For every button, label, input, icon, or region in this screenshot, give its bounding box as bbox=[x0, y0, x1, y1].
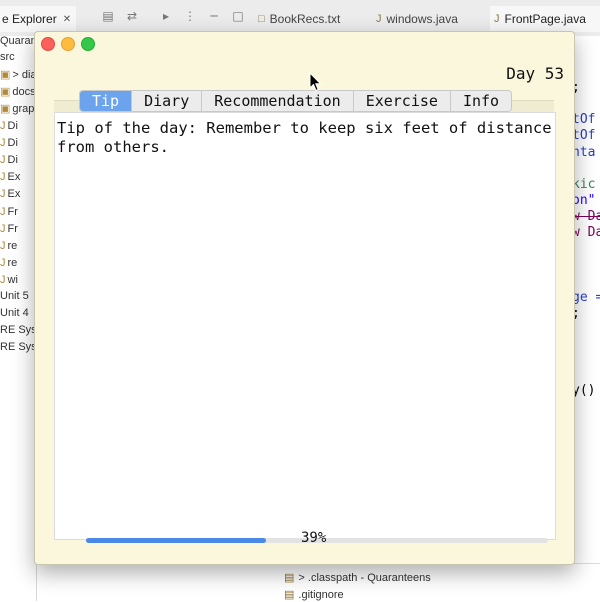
editor-tab-label: FrontPage.java bbox=[504, 12, 586, 26]
tree-item[interactable]: J Ex bbox=[0, 171, 20, 187]
code-fragment: tOf bbox=[572, 128, 596, 143]
app-window: Day 53 Tip Diary Recommendation Exercise… bbox=[34, 31, 575, 565]
tree-item[interactable]: Jre bbox=[0, 257, 17, 273]
tab-info[interactable]: Info bbox=[450, 91, 512, 111]
java-file-icon: J bbox=[0, 240, 6, 252]
java-file-icon: J bbox=[376, 13, 382, 25]
file-icon: ▤ bbox=[284, 589, 295, 601]
editor-tab-frontpage[interactable]: J FrontPage.java bbox=[490, 6, 600, 32]
code-fragment: tOf bbox=[572, 112, 596, 127]
link-editor-icon[interactable]: ⇄ bbox=[124, 8, 140, 24]
java-file-icon: J bbox=[0, 274, 6, 286]
code-fragment: on" bbox=[572, 193, 596, 208]
java-file-icon: J bbox=[0, 137, 6, 149]
java-file-icon: J bbox=[0, 154, 6, 166]
tab-tip[interactable]: Tip bbox=[80, 91, 133, 111]
editor-tab-windows[interactable]: J windows.java bbox=[376, 6, 458, 32]
editor-tab-bookrecs[interactable]: □ BookRecs.txt bbox=[258, 6, 340, 32]
tree-item[interactable]: RE Sys bbox=[0, 324, 37, 340]
java-file-icon: J bbox=[0, 206, 6, 218]
tree-item[interactable]: J Di bbox=[0, 120, 18, 136]
java-file-icon: J bbox=[0, 171, 6, 183]
tip-panel: Tip of the day: Remember to keep six fee… bbox=[54, 112, 556, 540]
tree-item[interactable]: J Di bbox=[0, 137, 18, 153]
java-file-icon: J bbox=[0, 223, 6, 235]
tree-item[interactable]: J Fr bbox=[0, 206, 18, 222]
tab-diary[interactable]: Diary bbox=[132, 91, 203, 111]
tree-item[interactable]: J Fr bbox=[0, 223, 18, 239]
text-file-icon: □ bbox=[258, 13, 265, 25]
mouse-cursor-icon bbox=[309, 72, 322, 92]
tree-item[interactable]: Unit 5 bbox=[0, 290, 29, 306]
window-close-button[interactable] bbox=[41, 37, 55, 51]
package-explorer-tab[interactable]: e Explorer ✕ bbox=[0, 6, 76, 32]
collapse-all-icon[interactable]: ▤ bbox=[100, 8, 116, 24]
progress-label: 39% bbox=[301, 530, 327, 546]
day-counter: Day 53 bbox=[506, 64, 564, 83]
tree-item[interactable]: J Ex bbox=[0, 188, 20, 204]
package-explorer-tree: Quarante src ▣ > diar ▣ docs ▣ graph J Di JD… bbox=[0, 35, 46, 601]
code-fragment: kic bbox=[572, 177, 596, 192]
java-file-icon: J bbox=[0, 120, 6, 132]
tab-recommendation[interactable]: Recommendation bbox=[202, 91, 354, 111]
tree-item[interactable]: Unit 4 bbox=[0, 307, 29, 323]
editor-tab-label: windows.java bbox=[386, 12, 458, 26]
package-explorer-label: e Explorer bbox=[2, 12, 57, 26]
tip-text: Tip of the day: Remember to keep six fee… bbox=[57, 119, 552, 156]
tree-item[interactable]: Jre bbox=[0, 240, 17, 256]
code-fragment: y() bbox=[572, 383, 596, 398]
view-menu-icon[interactable]: ⋮ bbox=[182, 8, 198, 24]
tree-item[interactable]: J Di bbox=[0, 154, 18, 170]
tab-exercise[interactable]: Exercise bbox=[353, 91, 451, 111]
code-fragment: w Da bbox=[572, 209, 600, 224]
code-fragment: ge = bbox=[572, 290, 600, 305]
folder-icon: ▣ bbox=[0, 103, 11, 115]
bottom-list-item[interactable]: ▤ > .classpath - Quaranteens bbox=[284, 571, 431, 584]
explorer-toolbar: ▤ ⇄ ▸ ⋮ ─ □ bbox=[100, 8, 246, 24]
file-icon: ▤ bbox=[284, 572, 295, 584]
window-minimize-button[interactable] bbox=[61, 37, 75, 51]
java-file-icon: J bbox=[494, 13, 500, 25]
close-icon[interactable]: ✕ bbox=[63, 14, 71, 25]
editor-tab-label: BookRecs.txt bbox=[269, 12, 341, 26]
bottom-list-item[interactable]: ▤ .gitignore bbox=[284, 588, 344, 601]
tab-bar: Tip Diary Recommendation Exercise Info bbox=[79, 90, 513, 112]
minimize-icon[interactable]: ─ bbox=[206, 8, 222, 24]
java-file-icon: J bbox=[0, 257, 6, 269]
maximize-icon[interactable]: □ bbox=[230, 8, 246, 24]
folder-icon: ▣ bbox=[0, 86, 11, 98]
window-zoom-button[interactable] bbox=[81, 37, 95, 51]
java-file-icon: J bbox=[0, 188, 6, 200]
tree-item[interactable]: Jwi bbox=[0, 274, 18, 290]
tree-item[interactable]: src bbox=[0, 51, 15, 67]
tree-item[interactable]: RE Sys bbox=[0, 341, 37, 357]
code-fragment: w Da bbox=[572, 225, 600, 240]
tree-item[interactable]: ▣ docs bbox=[0, 85, 36, 101]
code-fragment: nta bbox=[572, 145, 596, 160]
folder-icon: ▣ bbox=[0, 69, 11, 81]
progress-fill bbox=[86, 538, 267, 543]
focus-icon[interactable]: ▸ bbox=[158, 8, 174, 24]
